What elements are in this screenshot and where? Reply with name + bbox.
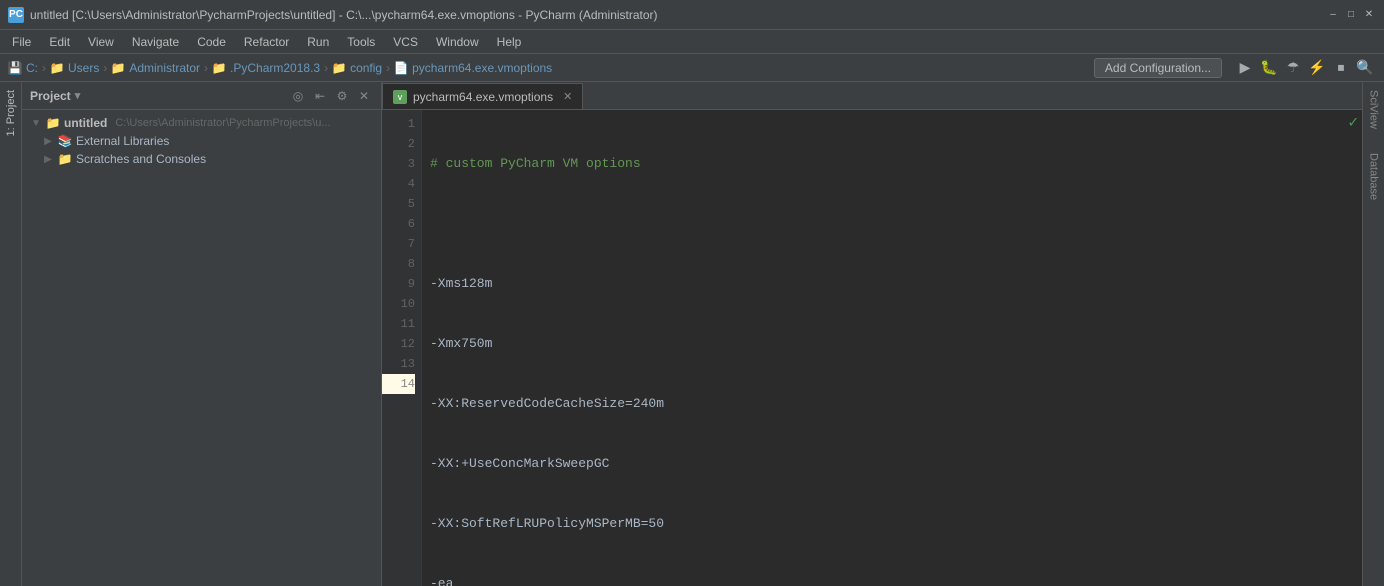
expand-arrow-project[interactable]: ▼: [30, 117, 42, 129]
code-line-1: # custom PyCharm VM options: [430, 154, 1354, 174]
minimize-button[interactable]: –: [1326, 8, 1340, 22]
sidebar-dropdown-icon[interactable]: ▾: [75, 89, 81, 102]
close-button[interactable]: ✕: [1362, 8, 1376, 22]
project-icon: 📁: [46, 116, 60, 130]
folder-icon-bc4: 📁: [332, 61, 346, 75]
menu-refactor[interactable]: Refactor: [236, 33, 297, 51]
menu-run[interactable]: Run: [299, 33, 337, 51]
scratches-folder-icon: 📁: [58, 152, 72, 166]
menu-help[interactable]: Help: [489, 33, 530, 51]
breadcrumb-users[interactable]: Users: [68, 61, 99, 75]
code-line-3: -Xms128m: [430, 274, 1354, 294]
window-controls[interactable]: – □ ✕: [1326, 8, 1376, 22]
app-icon: PC: [8, 7, 24, 23]
editor-check-icon: ✓: [1344, 110, 1362, 134]
expand-arrow-scratches[interactable]: ▶: [42, 153, 54, 165]
database-tab[interactable]: Database: [1364, 145, 1384, 208]
menu-file[interactable]: File: [4, 33, 39, 51]
breadcrumb-drive[interactable]: C:: [26, 61, 38, 75]
close-sidebar-button[interactable]: ✕: [355, 87, 373, 105]
right-panel: SciView Database: [1362, 82, 1384, 586]
run-button[interactable]: ▶: [1234, 57, 1256, 79]
code-line-2: [430, 214, 1354, 234]
project-path: C:\Users\Administrator\PycharmProjects\u…: [115, 117, 330, 129]
sidebar-header-icons: ◎ ⇤ ⚙ ✕: [289, 87, 373, 105]
sidebar: Project ▾ ◎ ⇤ ⚙ ✕ ▼ 📁 untitled C:\Users\…: [22, 82, 382, 586]
library-icon: 📚: [58, 134, 72, 148]
collapse-all-button[interactable]: ⇤: [311, 87, 329, 105]
title-text: untitled [C:\Users\Administrator\Pycharm…: [30, 8, 658, 22]
tree-item-project[interactable]: ▼ 📁 untitled C:\Users\Administrator\Pych…: [22, 114, 381, 132]
project-tab-strip[interactable]: 1: Project: [1, 82, 21, 144]
title-bar-left: PC untitled [C:\Users\Administrator\Pych…: [8, 7, 658, 23]
file-icon-bc: 📄: [394, 61, 408, 75]
sidebar-title: Project ▾: [30, 89, 80, 103]
code-line-6: -XX:+UseConcMarkSweepGC: [430, 454, 1354, 474]
drive-icon: 💾: [8, 61, 22, 75]
menu-bar: File Edit View Navigate Code Refactor Ru…: [0, 30, 1384, 54]
profile-button[interactable]: ⚡: [1306, 57, 1328, 79]
settings-button[interactable]: ⚙: [333, 87, 351, 105]
folder-icon-bc2: 📁: [111, 61, 125, 75]
code-line-4: -Xmx750m: [430, 334, 1354, 354]
tab-close-button[interactable]: ✕: [563, 90, 572, 103]
menu-code[interactable]: Code: [189, 33, 234, 51]
search-everywhere-button[interactable]: 🔍: [1354, 57, 1376, 79]
main-content: 1: Project Project ▾ ◎ ⇤ ⚙ ✕ ▼ 📁 untitle…: [0, 82, 1384, 586]
breadcrumb-bar: 💾 C: › 📁 Users › 📁 Administrator › 📁 .Py…: [0, 54, 1384, 82]
title-bar: PC untitled [C:\Users\Administrator\Pych…: [0, 0, 1384, 30]
editor-tab-vmoptions[interactable]: v pycharm64.exe.vmoptions ✕: [382, 83, 583, 109]
project-tree: ▼ 📁 untitled C:\Users\Administrator\Pych…: [22, 110, 381, 586]
code-content[interactable]: # custom PyCharm VM options -Xms128m -Xm…: [422, 110, 1362, 586]
tab-label: pycharm64.exe.vmoptions: [413, 90, 553, 104]
breadcrumb-config[interactable]: config: [350, 61, 382, 75]
stop-button[interactable]: ⏹: [1330, 57, 1352, 79]
menu-window[interactable]: Window: [428, 33, 487, 51]
coverage-button[interactable]: ☂: [1282, 57, 1304, 79]
tab-bar: v pycharm64.exe.vmoptions ✕: [382, 82, 1362, 110]
locate-file-button[interactable]: ◎: [289, 87, 307, 105]
vertical-tab-strip: 1: Project: [0, 82, 22, 586]
menu-vcs[interactable]: VCS: [385, 33, 426, 51]
expand-arrow-ext-libs[interactable]: ▶: [42, 135, 54, 147]
tree-item-external-libraries[interactable]: ▶ 📚 External Libraries: [22, 132, 381, 150]
menu-tools[interactable]: Tools: [339, 33, 383, 51]
scratches-label: Scratches and Consoles: [76, 152, 206, 166]
project-name: untitled: [64, 116, 107, 130]
sidebar-title-label: Project: [30, 89, 71, 103]
external-libraries-label: External Libraries: [76, 134, 169, 148]
code-editor[interactable]: 1 2 3 4 5 6 7 8 9 10 11 12 13 14 # custo…: [382, 110, 1362, 586]
code-line-7: -XX:SoftRefLRUPolicyMSPerMB=50: [430, 514, 1354, 534]
toolbar-icons: ▶ 🐛 ☂ ⚡ ⏹ 🔍: [1234, 57, 1376, 79]
code-line-5: -XX:ReservedCodeCacheSize=240m: [430, 394, 1354, 414]
line-numbers: 1 2 3 4 5 6 7 8 9 10 11 12 13 14: [382, 110, 422, 586]
breadcrumb-administrator[interactable]: Administrator: [129, 61, 200, 75]
menu-edit[interactable]: Edit: [41, 33, 78, 51]
code-line-8: -ea: [430, 574, 1354, 586]
folder-icon-bc3: 📁: [212, 61, 226, 75]
sciview-tab[interactable]: SciView: [1364, 82, 1384, 137]
breadcrumb-pycharm[interactable]: .PyCharm2018.3: [230, 61, 320, 75]
maximize-button[interactable]: □: [1344, 8, 1358, 22]
debug-button[interactable]: 🐛: [1258, 57, 1280, 79]
menu-view[interactable]: View: [80, 33, 122, 51]
breadcrumb-file[interactable]: pycharm64.exe.vmoptions: [412, 61, 552, 75]
tree-item-scratches[interactable]: ▶ 📁 Scratches and Consoles: [22, 150, 381, 168]
editor-area: v pycharm64.exe.vmoptions ✕ 1 2 3 4 5 6 …: [382, 82, 1362, 586]
menu-navigate[interactable]: Navigate: [124, 33, 187, 51]
add-configuration-button[interactable]: Add Configuration...: [1094, 58, 1222, 78]
folder-icon-bc: 📁: [50, 61, 64, 75]
tab-file-icon: v: [393, 90, 407, 104]
sidebar-header: Project ▾ ◎ ⇤ ⚙ ✕: [22, 82, 381, 110]
